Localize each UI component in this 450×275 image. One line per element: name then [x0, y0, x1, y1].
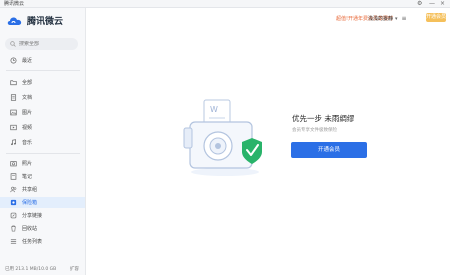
sidebar-item-photos[interactable]: 照片 [0, 158, 85, 169]
minimize-button[interactable]: — [429, 0, 435, 8]
sidebar-item-share-group[interactable]: 共享组 [0, 184, 85, 195]
svg-text:W: W [210, 105, 218, 114]
sidebar-item-recent[interactable]: 最近 [0, 55, 85, 66]
window-title: 腾讯微云 [4, 1, 25, 7]
video-icon [10, 124, 17, 131]
sidebar-item-label: 全部 [22, 80, 33, 86]
user-menu[interactable]: 浅浅的妄静 ▾ ≡ [368, 15, 407, 22]
sidebar-item-tasks[interactable]: 任务列表 [0, 236, 85, 247]
sidebar-item-music[interactable]: 音乐 [0, 137, 85, 148]
open-vip-button-top[interactable]: 开通会员 [426, 13, 446, 22]
folder-icon [10, 79, 17, 86]
settings-icon[interactable]: ⚙ [417, 0, 422, 8]
clock-icon [10, 57, 17, 64]
safe-illustration: W [183, 99, 262, 176]
storage-footer: 已用 213.1 MB/10.0 GB 扩容 [0, 263, 85, 275]
sidebar-item-label: 照片 [22, 161, 33, 167]
storage-usage: 已用 213.1 MB/10.0 GB [5, 267, 57, 272]
brand-name: 腾讯微云 [27, 17, 64, 27]
note-icon [10, 173, 17, 180]
empty-state-title: 优先一步 未雨绸缪 [292, 114, 355, 123]
sidebar: 腾讯微云 最近 全部 文档 图片 视频 音乐 照片 笔记 [0, 8, 86, 275]
expand-storage-link[interactable]: 扩容 [70, 266, 79, 272]
menu-icon[interactable]: ≡ [402, 15, 407, 22]
sidebar-item-all[interactable]: 全部 [0, 77, 85, 88]
photo-icon [10, 160, 17, 167]
sidebar-item-label: 最近 [22, 58, 33, 64]
image-icon [10, 109, 17, 116]
sidebar-item-label: 回收站 [22, 226, 38, 232]
search-icon [10, 41, 16, 47]
sidebar-item-label: 音乐 [22, 140, 33, 146]
sidebar-item-label: 任务列表 [22, 239, 43, 245]
divider [6, 153, 80, 154]
task-list-icon [10, 238, 17, 245]
sidebar-item-safe[interactable]: 保险箱 [0, 197, 85, 208]
close-button[interactable]: × [440, 0, 445, 8]
sidebar-item-documents[interactable]: 文档 [0, 92, 85, 103]
sidebar-item-label: 文档 [22, 95, 33, 101]
share-group-icon [10, 186, 17, 193]
chevron-down-icon[interactable]: ▾ [395, 16, 398, 22]
empty-state-subtitle: 会员专享文件极致保险 [292, 128, 337, 133]
sidebar-item-label: 分享链接 [22, 213, 43, 219]
link-icon [10, 212, 17, 219]
sidebar-item-videos[interactable]: 视频 [0, 122, 85, 133]
username[interactable]: 浅浅的妄静 [368, 15, 393, 22]
sidebar-item-label: 图片 [22, 110, 33, 116]
cloud-logo-icon [7, 16, 22, 25]
sidebar-item-label: 保险箱 [22, 200, 38, 206]
search-box[interactable] [5, 38, 78, 50]
divider [6, 70, 80, 71]
safe-icon [10, 199, 17, 206]
sidebar-item-trash[interactable]: 回收站 [0, 223, 85, 234]
sidebar-item-images[interactable]: 图片 [0, 107, 85, 118]
sidebar-item-label: 笔记 [22, 174, 33, 180]
open-vip-button[interactable]: 开通会员 [291, 142, 367, 158]
trash-icon [10, 225, 17, 232]
sidebar-item-share-links[interactable]: 分享链接 [0, 210, 85, 221]
document-icon [10, 94, 17, 101]
sidebar-item-label: 共享组 [22, 187, 38, 193]
title-bar: 腾讯微云 ⚙ — × [0, 0, 450, 8]
sidebar-item-notes[interactable]: 笔记 [0, 171, 85, 182]
search-input[interactable] [19, 41, 75, 47]
music-icon [10, 139, 17, 146]
sidebar-item-label: 视频 [22, 125, 33, 131]
brand-logo: 腾讯微云 [6, 14, 63, 27]
